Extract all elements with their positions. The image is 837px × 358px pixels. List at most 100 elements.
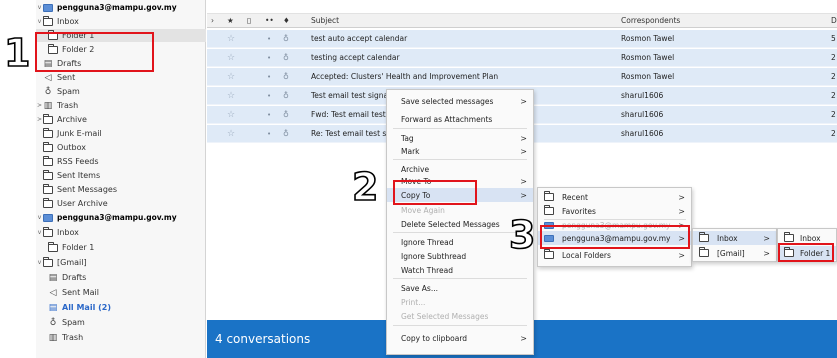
date-column-header[interactable]: D bbox=[831, 16, 837, 25]
twisty-icon[interactable]: > bbox=[36, 116, 43, 123]
folder-drafts[interactable]: ▤ Drafts bbox=[36, 271, 206, 284]
menu-item-copy-clipboard[interactable]: Copy to clipboard > bbox=[387, 331, 533, 345]
table-row[interactable]: ☆ • ♁ Accepted: Clusters' Health and Improv… bbox=[207, 68, 837, 86]
annotation-box-account bbox=[540, 225, 690, 249]
read-status-icon[interactable]: • bbox=[267, 35, 271, 43]
menu-separator bbox=[393, 232, 527, 233]
menu-item-save-as[interactable]: Save As... bbox=[387, 281, 533, 295]
twisty-icon[interactable]: > bbox=[36, 102, 43, 109]
menu-separator bbox=[393, 128, 527, 129]
submenu-item-inbox[interactable]: Inbox > bbox=[693, 231, 776, 245]
folder-sent-mail[interactable]: ◁ Sent Mail bbox=[36, 286, 206, 299]
menu-item-forward-attachments[interactable]: Forward as Attachments bbox=[387, 112, 533, 126]
folder-user-archive[interactable]: User Archive bbox=[36, 197, 206, 210]
submenu-item-favorites[interactable]: Favorites > bbox=[538, 204, 691, 218]
junk-status-icon[interactable]: ♁ bbox=[283, 72, 289, 81]
chevron-right-icon: > bbox=[763, 248, 770, 258]
folder-rss[interactable]: RSS Feeds bbox=[36, 155, 206, 168]
inbox-icon bbox=[43, 15, 53, 26]
star-icon[interactable]: ☆ bbox=[227, 91, 235, 101]
star-icon[interactable]: ☆ bbox=[227, 110, 235, 120]
folder-sent-messages[interactable]: Sent Messages bbox=[36, 183, 206, 196]
folder-icon bbox=[43, 155, 53, 166]
junk-status-icon[interactable]: ♁ bbox=[283, 91, 289, 100]
column-header: › ★ ▯ •• ♦ Subject Correspondents D bbox=[207, 14, 837, 28]
twisty-icon[interactable]: v bbox=[36, 259, 43, 266]
submenu-item-gmail[interactable]: [Gmail] > bbox=[693, 246, 776, 260]
chevron-right-icon: > bbox=[520, 176, 527, 186]
twisty-icon[interactable]: v bbox=[36, 214, 43, 221]
drafts-icon: ▤ bbox=[48, 272, 58, 283]
folder-icon bbox=[43, 197, 53, 208]
inbox-icon bbox=[784, 232, 794, 242]
junk-status-icon[interactable]: ♁ bbox=[283, 129, 289, 138]
junk-status-icon[interactable]: ♁ bbox=[283, 34, 289, 43]
sent-icon: ◁ bbox=[49, 287, 57, 298]
account-row[interactable]: v pengguna3@mampu.gov.my bbox=[36, 211, 206, 224]
annotation-number-1: 1 bbox=[3, 31, 31, 75]
junk-column-icon[interactable]: ♦ bbox=[283, 16, 290, 25]
menu-item-save-selected[interactable]: Save selected messages > bbox=[387, 94, 533, 108]
folder-icon bbox=[544, 205, 554, 215]
twisty-icon[interactable]: v bbox=[36, 4, 43, 11]
read-status-icon[interactable]: • bbox=[267, 92, 271, 100]
chevron-right-icon: > bbox=[520, 133, 527, 143]
folder-icon bbox=[43, 141, 53, 152]
table-row[interactable]: ☆ • ♁ testing accept calendar Rosmon Tawel 2 bbox=[207, 49, 837, 67]
annotation-box-folder1 bbox=[778, 243, 834, 262]
folder-icon bbox=[43, 113, 53, 124]
folder-trash[interactable]: > ▥ Trash bbox=[36, 99, 206, 112]
read-status-icon[interactable]: • bbox=[267, 54, 271, 62]
menu-item-mark[interactable]: Mark > bbox=[387, 144, 533, 158]
folder-icon bbox=[544, 191, 554, 201]
submenu-item-recent[interactable]: Recent > bbox=[538, 190, 691, 204]
read-column-icon[interactable]: •• bbox=[265, 16, 274, 25]
account-icon bbox=[43, 3, 53, 12]
all-mail-icon: ▤ bbox=[48, 302, 58, 313]
annotation-number-2: 2 bbox=[351, 165, 379, 209]
chevron-right-icon: > bbox=[763, 233, 770, 243]
folder-icon bbox=[43, 256, 53, 267]
star-icon[interactable]: ☆ bbox=[227, 129, 235, 139]
menu-item-watch-thread[interactable]: Watch Thread bbox=[387, 263, 533, 277]
star-icon[interactable]: ☆ bbox=[227, 72, 235, 82]
folder-sent-items[interactable]: Sent Items bbox=[36, 169, 206, 182]
folder-archive[interactable]: > Archive bbox=[36, 113, 206, 126]
account-icon bbox=[43, 213, 53, 222]
folder-outbox[interactable]: Outbox bbox=[36, 141, 206, 154]
spam-icon: ♁ bbox=[44, 86, 52, 97]
correspondents-column-header[interactable]: Correspondents bbox=[621, 16, 680, 25]
folder-spam[interactable]: ♁ Spam bbox=[36, 85, 206, 98]
subject-column-header[interactable]: Subject bbox=[311, 16, 339, 25]
junk-status-icon[interactable]: ♁ bbox=[283, 110, 289, 119]
twisty-icon[interactable]: v bbox=[36, 229, 43, 236]
sent-icon: ◁ bbox=[44, 72, 52, 83]
table-row[interactable]: ☆ • ♁ test auto accept calendar Rosmon Tawel… bbox=[207, 30, 837, 48]
thread-column-icon[interactable]: › bbox=[211, 16, 214, 25]
submenu-item-local-folders[interactable]: Local Folders > bbox=[538, 248, 691, 262]
read-status-icon[interactable]: • bbox=[267, 111, 271, 119]
folder-gmail[interactable]: v [Gmail] bbox=[36, 256, 206, 269]
trash-icon: ▥ bbox=[43, 100, 53, 111]
folder-folder1[interactable]: Folder 1 bbox=[36, 241, 206, 254]
star-icon[interactable]: ☆ bbox=[227, 53, 235, 63]
read-status-icon[interactable]: • bbox=[267, 130, 271, 138]
twisty-icon[interactable]: v bbox=[36, 18, 43, 25]
folder-inbox[interactable]: v Inbox bbox=[36, 226, 206, 239]
folder-inbox[interactable]: v Inbox bbox=[36, 15, 206, 28]
folder-trash[interactable]: ▥ Trash bbox=[36, 331, 206, 344]
junk-status-icon[interactable]: ♁ bbox=[283, 53, 289, 62]
attachment-column-icon[interactable]: ▯ bbox=[247, 16, 251, 25]
spam-icon: ♁ bbox=[49, 317, 57, 328]
folder-junk[interactable]: Junk E-mail bbox=[36, 127, 206, 140]
folder-all-mail[interactable]: ▤ All Mail (2) bbox=[36, 301, 206, 314]
account-row[interactable]: v pengguna3@mampu.gov.my bbox=[36, 1, 206, 14]
read-status-icon[interactable]: • bbox=[267, 73, 271, 81]
folder-sent[interactable]: ◁ Sent bbox=[36, 71, 206, 84]
star-icon[interactable]: ☆ bbox=[227, 34, 235, 44]
menu-item-tag[interactable]: Tag > bbox=[387, 131, 533, 145]
annotation-box-folders bbox=[35, 32, 154, 72]
star-column-icon[interactable]: ★ bbox=[227, 16, 234, 25]
folder-spam[interactable]: ♁ Spam bbox=[36, 316, 206, 329]
folder-icon bbox=[48, 241, 58, 252]
